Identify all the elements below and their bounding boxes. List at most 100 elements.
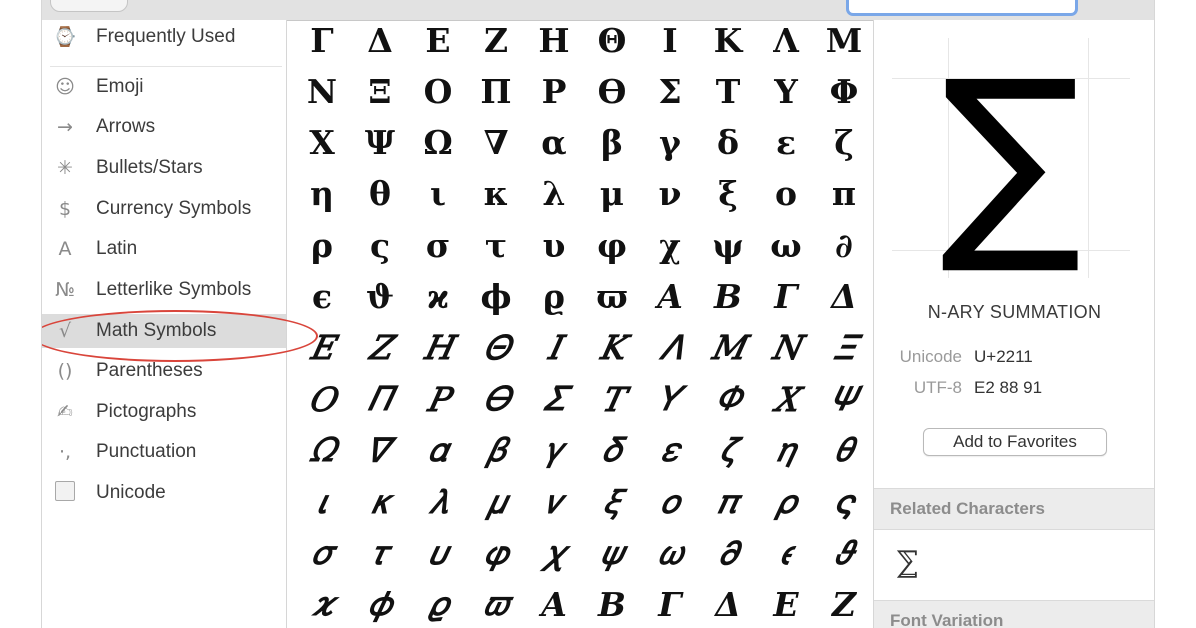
related-character[interactable]: ⅀ (896, 545, 917, 580)
glyph-cell[interactable]: 𝛿 (583, 424, 641, 476)
glyph-cell[interactable]: ρ (293, 219, 351, 271)
glyph-cell[interactable]: 𝜟 (815, 271, 872, 323)
glyph-cell[interactable]: 𝛼 (409, 424, 467, 476)
glyph-cell[interactable]: ∇ (467, 117, 525, 169)
glyph-cell[interactable]: ∂ (815, 219, 872, 271)
glyph-cell[interactable]: 𝜐 (409, 527, 467, 579)
glyph-cell[interactable]: 𝜀 (641, 424, 699, 476)
glyph-cell[interactable]: 𝜗 (815, 527, 872, 579)
glyph-cell[interactable]: 𝜠 (757, 578, 815, 628)
glyph-cell[interactable]: 𝜡 (815, 578, 872, 628)
glyph-cell[interactable]: υ (525, 219, 583, 271)
glyph-cell[interactable]: 𝜅 (351, 476, 409, 528)
glyph-cell[interactable]: 𝜍 (815, 476, 872, 528)
sidebar-item-pictographs[interactable]: ✍ Pictographs (42, 395, 286, 429)
glyph-cell[interactable]: 𝜑 (467, 527, 525, 579)
glyph-cell[interactable]: 𝛩 (467, 322, 525, 374)
glyph-cell[interactable]: Ε (409, 20, 467, 66)
glyph-cell[interactable]: Γ (293, 20, 351, 66)
glyph-cell[interactable]: Λ (757, 20, 815, 66)
glyph-cell[interactable]: Ω (409, 117, 467, 169)
sidebar-item-unicode[interactable]: Unicode (42, 476, 286, 510)
glyph-cell[interactable]: 𝜂 (757, 424, 815, 476)
glyph-cell[interactable]: Χ (293, 117, 351, 169)
glyph-cell[interactable]: θ (351, 168, 409, 220)
glyph-cell[interactable]: 𝐾 (583, 322, 641, 374)
glyph-cell[interactable]: ε (757, 117, 815, 169)
glyph-cell[interactable]: 𝜈 (525, 476, 583, 528)
glyph-cell[interactable]: 𝜋 (699, 476, 757, 528)
glyph-cell[interactable]: Ζ (467, 20, 525, 66)
glyph-cell[interactable]: ψ (699, 219, 757, 271)
glyph-cell[interactable]: Ψ (351, 117, 409, 169)
glyph-cell[interactable]: 𝛹 (815, 373, 872, 425)
glyph-cell[interactable]: τ (467, 219, 525, 271)
sidebar-item-bullets-stars[interactable]: ✳ Bullets/Stars (42, 151, 286, 185)
glyph-cell[interactable]: 𝜃 (815, 424, 872, 476)
glyph-cell[interactable]: 𝜔 (641, 527, 699, 579)
glyph-cell[interactable]: Μ (815, 20, 872, 66)
glyph-cell[interactable]: Η (525, 20, 583, 66)
glyph-cell[interactable]: ν (641, 168, 699, 220)
glyph-cell[interactable]: 𝑀 (699, 322, 757, 374)
glyph-cell[interactable]: 𝛾 (525, 424, 583, 476)
glyph-cell[interactable]: δ (699, 117, 757, 169)
glyph-cell[interactable]: φ (583, 219, 641, 271)
glyph-cell[interactable]: π (815, 168, 872, 220)
glyph-cell[interactable]: 𝜊 (641, 476, 699, 528)
glyph-cell[interactable]: 𝛻 (351, 424, 409, 476)
glyph-cell[interactable]: 𝜓 (583, 527, 641, 579)
add-to-favorites-button[interactable]: Add to Favorites (923, 428, 1107, 456)
glyph-cell[interactable]: ω (757, 219, 815, 271)
glyph-cell[interactable]: 𝜙 (351, 578, 409, 628)
glyph-cell[interactable]: 𝜕 (699, 527, 757, 579)
glyph-cell[interactable]: 𝜟 (699, 578, 757, 628)
glyph-cell[interactable]: Θ (583, 20, 641, 66)
glyph-cell[interactable]: Π (467, 65, 525, 117)
glyph-cell[interactable]: κ (467, 168, 525, 220)
glyph-cell[interactable]: 𝜄 (293, 476, 351, 528)
glyph-cell[interactable]: 𝜏 (351, 527, 409, 579)
glyph-cell[interactable]: 𝑂 (293, 373, 351, 425)
glyph-cell[interactable]: β (583, 117, 641, 169)
glyph-cell[interactable]: σ (409, 219, 467, 271)
glyph-cell[interactable]: 𝜘 (293, 578, 351, 628)
glyph-cell[interactable]: 𝜜 (525, 578, 583, 628)
glyph-cell[interactable]: 𝑋 (757, 373, 815, 425)
sidebar-item-arrows[interactable]: → Arrows (42, 110, 286, 144)
sidebar-item-frequently-used[interactable]: ⌚ Frequently Used (42, 20, 286, 54)
glyph-cell[interactable]: 𝜒 (525, 527, 583, 579)
sidebar-item-currency-symbols[interactable]: $ Currency Symbols (42, 192, 286, 226)
glyph-cell[interactable]: α (525, 117, 583, 169)
glyph-cell[interactable]: 𝐻 (409, 322, 467, 374)
glyph-cell[interactable]: Τ (699, 65, 757, 117)
glyph-cell[interactable]: 𝜌 (757, 476, 815, 528)
glyph-cell[interactable]: ζ (815, 117, 872, 169)
glyph-cell[interactable]: 𝜆 (409, 476, 467, 528)
glyph-cell[interactable]: 𝜎 (293, 527, 351, 579)
glyph-cell[interactable]: ϵ (293, 271, 351, 323)
glyph-cell[interactable]: 𝜛 (467, 578, 525, 628)
glyph-cell[interactable]: γ (641, 117, 699, 169)
glyph-cell[interactable]: 𝐼 (525, 322, 583, 374)
glyph-cell[interactable]: 𝛯 (815, 322, 872, 374)
sidebar-item-math-symbols[interactable]: √ Math Symbols (42, 314, 286, 348)
glyph-cell[interactable]: 𝑨 (641, 271, 699, 323)
glyph-cell[interactable]: Σ (641, 65, 699, 117)
glyph-cell[interactable]: 𝜝 (583, 578, 641, 628)
glyph-cell[interactable]: 𝜁 (699, 424, 757, 476)
glyph-cell[interactable]: 𝛳 (467, 373, 525, 425)
glyph-cell[interactable]: ϕ (467, 271, 525, 323)
glyph-cell[interactable]: ξ (699, 168, 757, 220)
glyph-cell[interactable]: 𝑁 (757, 322, 815, 374)
glyph-cell[interactable]: 𝜉 (583, 476, 641, 528)
glyph-cell[interactable]: 𝛴 (525, 373, 583, 425)
sidebar-item-letterlike-symbols[interactable]: № Letterlike Symbols (42, 273, 286, 307)
sidebar-item-punctuation[interactable]: ·, Punctuation (42, 435, 286, 469)
glyph-cell[interactable]: 𝜞 (757, 271, 815, 323)
glyph-cell[interactable]: 𝜞 (641, 578, 699, 628)
glyph-cell[interactable]: 𝛱 (351, 373, 409, 425)
glyph-cell[interactable]: 𝑍 (351, 322, 409, 374)
glyph-cell[interactable]: μ (583, 168, 641, 220)
search-input[interactable] (846, 0, 1078, 16)
